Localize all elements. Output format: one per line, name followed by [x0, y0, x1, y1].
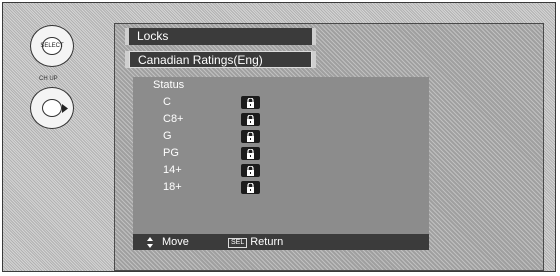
rating-label: 18+	[163, 181, 182, 193]
rating-row-14[interactable]: 14+	[163, 163, 303, 178]
lock-icon	[241, 164, 260, 177]
remote-dpad[interactable]	[30, 87, 74, 129]
status-heading: Status	[153, 79, 185, 91]
title-bar-right-cap	[312, 28, 316, 45]
remote-divider-label: CH UP	[39, 76, 58, 82]
rating-row-c[interactable]: C	[163, 95, 303, 110]
tv-screen: Locks Canadian Ratings(Eng) Status C C8+	[114, 23, 544, 271]
rating-row-c8[interactable]: C8+	[163, 112, 303, 127]
move-hint: Move	[162, 236, 189, 248]
rating-label: PG	[163, 147, 179, 159]
lock-icon	[241, 113, 260, 126]
remote-select-label: SELECT	[40, 43, 64, 49]
rating-row-pg[interactable]: PG	[163, 146, 303, 161]
rating-label: C	[163, 96, 171, 108]
remote-select-button[interactable]: SELECT	[30, 25, 74, 67]
menu-footer: Move SEL Return	[133, 234, 429, 250]
lock-icon	[241, 130, 260, 143]
lock-icon	[241, 96, 260, 109]
rating-row-18[interactable]: 18+	[163, 180, 303, 195]
rating-label: 14+	[163, 164, 182, 176]
rating-label: C8+	[163, 113, 184, 125]
rating-label: G	[163, 130, 172, 142]
menu-title-bar: Locks	[125, 28, 316, 45]
manual-illustration-frame: SELECT CH UP Locks Canadian Ratings(Eng)…	[2, 2, 556, 272]
triangle-right-icon	[62, 104, 68, 113]
submenu-title: Canadian Ratings(Eng)	[138, 53, 263, 67]
ratings-panel: Status C C8+ G PG 14+ 18+	[133, 77, 429, 234]
rating-row-g[interactable]: G	[163, 129, 303, 144]
sel-key-icon: SEL	[228, 238, 248, 248]
remote-select-center[interactable]: SELECT	[40, 37, 64, 55]
lock-icon	[241, 181, 260, 194]
submenu-title-bar[interactable]: Canadian Ratings(Eng)	[125, 51, 316, 68]
up-down-arrows-icon	[147, 237, 153, 248]
return-label: Return	[250, 236, 284, 248]
return-hint: SEL Return	[228, 234, 283, 250]
submenu-bar-right-cap	[312, 51, 316, 68]
lock-icon	[241, 147, 260, 160]
submenu-bar-left-cap	[125, 51, 129, 68]
menu-title: Locks	[137, 29, 169, 43]
title-bar-left-cap	[125, 28, 129, 45]
remote-dpad-center[interactable]	[42, 99, 62, 117]
